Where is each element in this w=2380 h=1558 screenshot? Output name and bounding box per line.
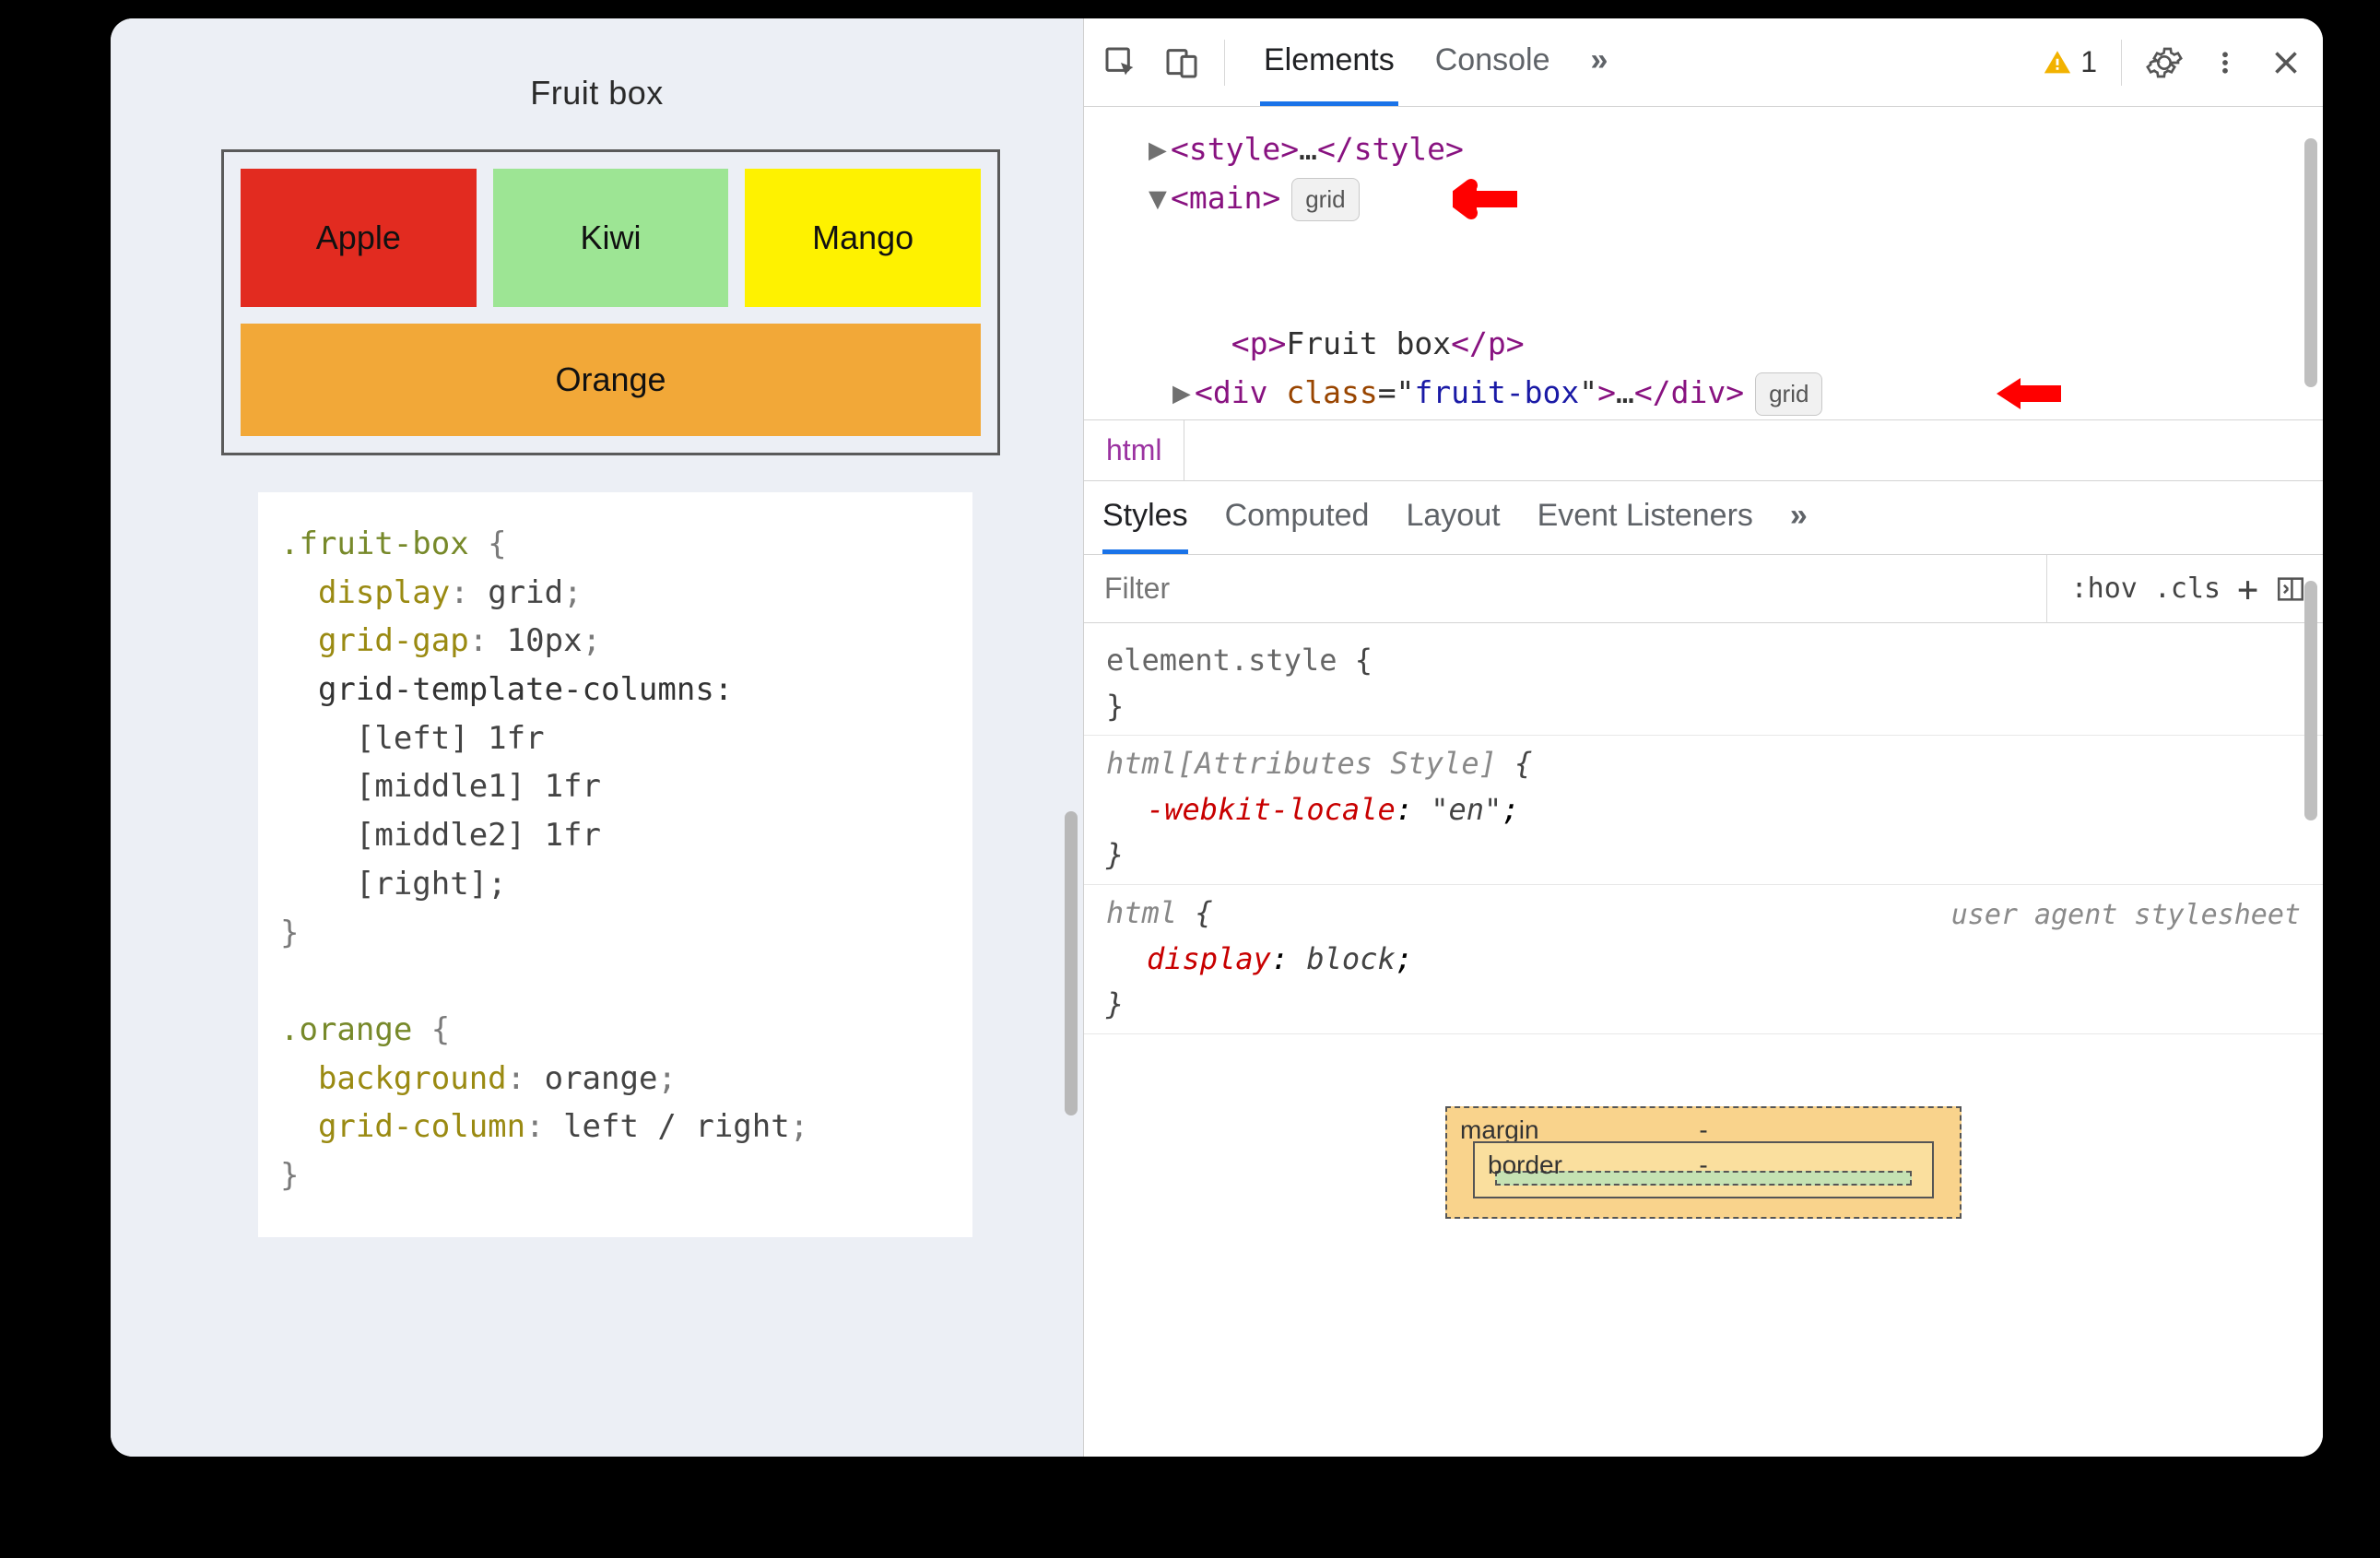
- subtabs-overflow[interactable]: »: [1790, 481, 1808, 554]
- css-code-block: .fruit-box { display: grid; grid-gap: 10…: [258, 492, 972, 1237]
- settings-gear-icon[interactable]: [2138, 37, 2190, 89]
- styles-scrollbar[interactable]: [2304, 553, 2317, 1383]
- styles-subtabs: Styles Computed Layout Event Listeners »: [1084, 481, 2323, 555]
- subtab-computed[interactable]: Computed: [1225, 481, 1370, 554]
- hov-toggle[interactable]: :hov: [2071, 572, 2138, 605]
- devtools-panel: Elements Console » 1 ▶<style>…</style>: [1084, 18, 2323, 1457]
- page-scrollbar-thumb[interactable]: [1065, 811, 1078, 1115]
- dom-node-p[interactable]: <p>Fruit box</p>: [1149, 320, 2304, 369]
- declaration-property: display: [1147, 941, 1271, 976]
- breadcrumb-bar: html: [1084, 420, 2323, 481]
- fruit-orange: Orange: [241, 324, 981, 436]
- rule-selector: html[Attributes Style]: [1106, 746, 1497, 781]
- sidebar-toggle-icon[interactable]: [2275, 573, 2306, 605]
- dom-tree[interactable]: ▶<style>…</style> ▼<main>grid <p>Fruit b…: [1084, 107, 2323, 420]
- styles-filter-row: :hov .cls +: [1084, 555, 2323, 623]
- tab-console[interactable]: Console: [1432, 18, 1554, 106]
- grid-badge[interactable]: grid: [1755, 372, 1822, 417]
- page-scrollbar[interactable]: [1065, 65, 1078, 1337]
- annotation-arrow-icon: [1997, 371, 2061, 417]
- warning-badge[interactable]: 1: [2042, 45, 2097, 79]
- device-toolbar-icon[interactable]: [1156, 37, 1208, 89]
- toolbar-divider: [2121, 40, 2122, 86]
- new-rule-plus-icon[interactable]: +: [2237, 569, 2258, 609]
- rule-origin: user agent stylesheet: [1951, 894, 2301, 938]
- app-window: Fruit box Apple Kiwi Mango Orange .fruit…: [111, 18, 2323, 1457]
- inspect-element-icon[interactable]: [1095, 37, 1147, 89]
- styles-rules-list: element.style { } html[Attributes Style]…: [1084, 623, 2323, 1219]
- tab-elements[interactable]: Elements: [1260, 18, 1398, 106]
- breadcrumb-html[interactable]: html: [1084, 420, 1184, 480]
- fruit-kiwi: Kiwi: [493, 169, 729, 307]
- declaration-value: "en": [1431, 792, 1502, 827]
- subtab-styles[interactable]: Styles: [1102, 481, 1188, 554]
- fruit-apple: Apple: [241, 169, 477, 307]
- subtab-layout[interactable]: Layout: [1406, 481, 1500, 554]
- page-title: Fruit box: [138, 74, 1055, 112]
- fruit-mango: Mango: [745, 169, 981, 307]
- annotation-arrow-icon: [1453, 176, 1517, 222]
- styles-scrollbar-thumb[interactable]: [2304, 581, 2317, 820]
- box-model-margin[interactable]: margin - border -: [1445, 1106, 1962, 1219]
- dom-node-main[interactable]: ▼<main>grid: [1149, 174, 2304, 320]
- rule-attr-style[interactable]: html[Attributes Style] { -webkit-locale:…: [1084, 736, 2323, 885]
- devtools-toolbar: Elements Console » 1: [1084, 18, 2323, 107]
- box-model-border-label: border: [1488, 1151, 1562, 1180]
- subtab-event-listeners[interactable]: Event Listeners: [1538, 481, 1753, 554]
- rule-selector: html: [1106, 895, 1177, 930]
- warning-count: 1: [2080, 45, 2097, 79]
- rule-selector: element.style: [1106, 643, 1337, 678]
- styles-filter-input[interactable]: [1084, 555, 2039, 622]
- toolbar-divider: [1224, 40, 1225, 86]
- declaration-value: block: [1306, 941, 1395, 976]
- dom-scrollbar[interactable]: [2304, 138, 2317, 415]
- grid-badge[interactable]: grid: [1291, 178, 1359, 222]
- filter-divider: [2046, 555, 2047, 623]
- box-model-border[interactable]: border -: [1473, 1141, 1934, 1198]
- dom-scrollbar-thumb[interactable]: [2304, 138, 2317, 387]
- box-model-border-top: -: [1699, 1151, 1707, 1180]
- dom-node-div-fruitbox[interactable]: ▶<div class="fruit-box">…</div>grid: [1149, 369, 2304, 420]
- fruit-box-grid: Apple Kiwi Mango Orange: [221, 149, 1000, 455]
- declaration-property: -webkit-locale: [1147, 792, 1396, 827]
- box-model-diagram: margin - border -: [1084, 1034, 2323, 1219]
- cls-toggle[interactable]: .cls: [2154, 572, 2221, 605]
- rule-element-style[interactable]: element.style { }: [1084, 632, 2323, 736]
- rendered-page-pane: Fruit box Apple Kiwi Mango Orange .fruit…: [111, 18, 1084, 1457]
- main-tabs: Elements Console »: [1242, 18, 1611, 106]
- dom-node-style[interactable]: ▶<style>…</style>: [1149, 125, 2304, 174]
- main-tabs-overflow[interactable]: »: [1586, 18, 1611, 106]
- rule-user-agent[interactable]: user agent stylesheet html { display: bl…: [1084, 885, 2323, 1034]
- close-devtools-icon[interactable]: [2260, 37, 2312, 89]
- kebab-menu-icon[interactable]: [2199, 37, 2251, 89]
